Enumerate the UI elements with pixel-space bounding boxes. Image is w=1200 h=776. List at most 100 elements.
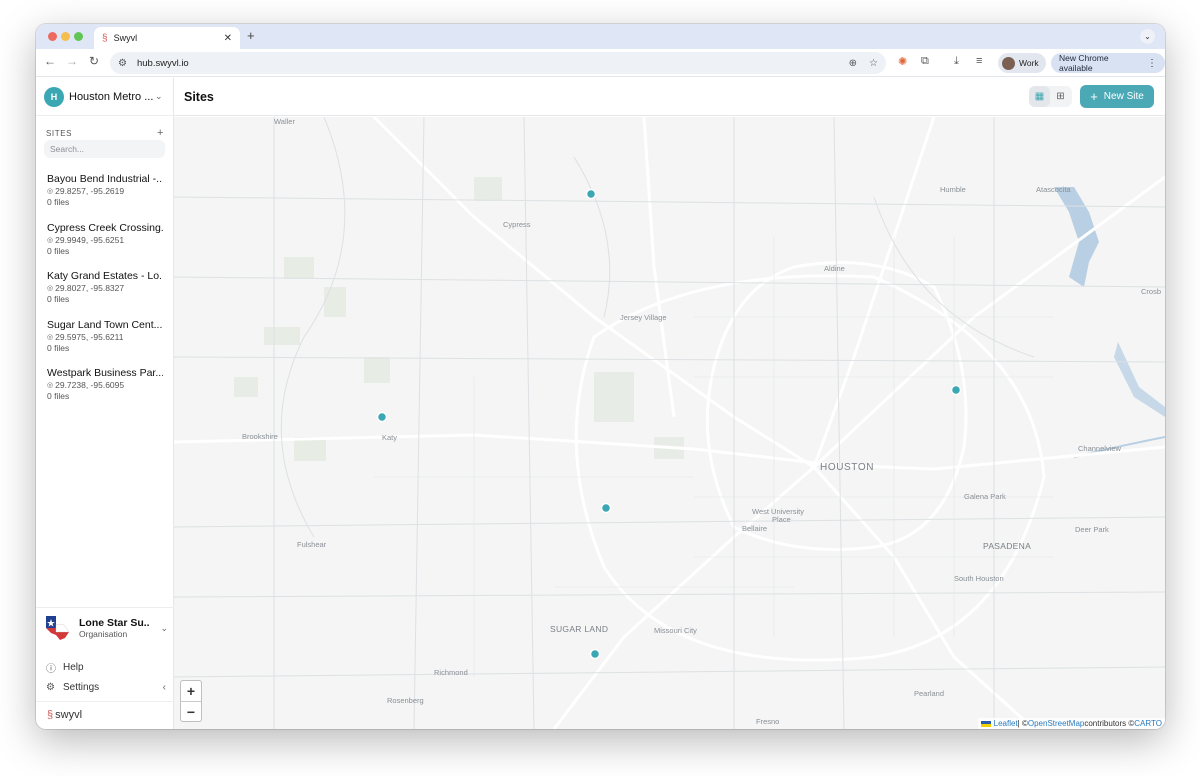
reload-icon[interactable]: ↻ — [86, 54, 102, 68]
collapse-sidebar-icon[interactable]: ‹ — [163, 682, 166, 693]
settings-link[interactable]: ⚙ Settings ‹ — [46, 682, 166, 693]
main-content: Sites ▦ ⊞ + New Site Waller Cypress Humb… — [174, 78, 1165, 729]
texas-flag-logo-icon — [42, 614, 72, 642]
site-marker-cypress-creek[interactable] — [585, 188, 597, 200]
map-label: Fulshear — [297, 540, 327, 549]
site-coords: ◎ 29.8257, -95.2619 — [47, 186, 174, 197]
zoom-out-button[interactable]: − — [181, 701, 201, 721]
page-header: Sites ▦ ⊞ + New Site — [174, 78, 1165, 116]
map-label: Richmond — [434, 668, 468, 677]
site-info-icon[interactable]: ⚙ — [118, 58, 127, 69]
osm-link[interactable]: OpenStreetMap — [1028, 719, 1084, 728]
search-input[interactable] — [44, 140, 165, 158]
map-label: Bellaire — [742, 524, 768, 533]
zoom-in-button[interactable]: + — [181, 681, 201, 701]
map-label: HOUSTON — [820, 462, 875, 473]
add-site-icon[interactable]: + — [157, 127, 164, 139]
location-pin-icon: ◎ — [47, 382, 54, 389]
map-label: Humble — [940, 185, 966, 194]
site-coords: ◎ 29.8027, -95.8327 — [47, 283, 174, 294]
tab-search-icon[interactable]: ⌄ — [1140, 29, 1155, 44]
map-label: Galena Park — [964, 492, 1006, 501]
new-tab-icon[interactable]: + — [247, 28, 255, 43]
map-label: Channelview — [1078, 444, 1121, 453]
help-circle-icon: ⓘ — [46, 664, 56, 675]
workspace-switcher[interactable]: H Houston Metro ... ⌄ — [44, 86, 166, 107]
chevron-down-icon: ⌄ — [155, 91, 163, 101]
map-label: Katy — [382, 433, 398, 442]
help-label: Help — [63, 662, 84, 673]
help-link[interactable]: ⓘ Help — [46, 660, 166, 675]
site-file-count: 0 files — [47, 391, 70, 401]
media-control-icon[interactable]: ≡ — [976, 55, 982, 67]
ukraine-flag-icon — [980, 720, 991, 727]
map-label: Crosb — [1141, 287, 1162, 296]
organisation-switcher[interactable]: Lone Star Su... Organisation ⌄ — [42, 612, 168, 644]
extensions-puzzle-icon[interactable]: ⧉ — [921, 55, 929, 68]
page-title: Sites — [184, 90, 214, 104]
extension-icon[interactable]: ✺ — [898, 55, 907, 68]
location-pin-icon: ◎ — [47, 188, 54, 195]
site-item-katy-grand[interactable]: Katy Grand Estates - Lo... ◎ 29.8027, -95… — [36, 267, 174, 316]
new-site-button[interactable]: + New Site — [1080, 85, 1154, 108]
bookmark-star-icon[interactable]: ☆ — [869, 58, 878, 69]
local-roads — [174, 117, 1165, 729]
profile-button[interactable]: Work — [998, 53, 1046, 73]
grid-view-icon[interactable]: ⊞ — [1050, 86, 1071, 107]
attribution-contributors: contributors © — [1084, 719, 1135, 728]
leaflet-link[interactable]: Leaflet — [994, 719, 1018, 728]
map-label: Place — [772, 515, 791, 524]
major-highways — [174, 117, 1165, 729]
map-view-icon[interactable]: ▦ — [1029, 86, 1050, 107]
settings-label: Settings — [63, 682, 100, 693]
site-marker-bayou-bend[interactable] — [950, 384, 962, 396]
site-list: Bayou Bend Industrial -... ◎ 29.8257, -95… — [36, 170, 174, 413]
divider — [36, 701, 174, 702]
tab-strip: § Swyvl ✕ + ⌄ — [36, 24, 1165, 49]
chevron-down-icon: ⌄ — [160, 622, 168, 633]
minimize-window-button[interactable] — [61, 32, 70, 41]
sites-section-header: SITES + — [46, 127, 164, 139]
map-label: Brookshire — [242, 432, 278, 441]
back-icon[interactable]: ← — [42, 54, 58, 68]
coords-text: 29.7238, -95.6095 — [55, 380, 125, 390]
chrome-update-button[interactable]: New Chrome available ⋮ — [1051, 53, 1165, 73]
close-window-button[interactable] — [48, 32, 57, 41]
map[interactable]: Waller Cypress Humble Atascocita Aldine … — [174, 117, 1165, 729]
profile-label: Work — [1019, 58, 1039, 68]
zoom-icon[interactable]: ⊕ — [849, 58, 857, 69]
site-coords: ◎ 29.9949, -95.6251 — [47, 235, 174, 246]
more-menu-icon[interactable]: ⋮ — [1147, 58, 1157, 69]
swyvl-favicon-icon: § — [102, 32, 108, 44]
bay-water — [1114, 342, 1165, 417]
update-label: New Chrome available — [1059, 53, 1109, 73]
site-file-count: 0 files — [47, 197, 70, 207]
site-item-sugar-land[interactable]: Sugar Land Town Cent... ◎ 29.5975, -95.62… — [36, 316, 174, 365]
coords-text: 29.5975, -95.6211 — [55, 331, 124, 342]
site-marker-katy-grand[interactable] — [376, 411, 388, 423]
map-label: Rosenberg — [387, 696, 424, 705]
tab-title: Swyvl — [113, 33, 138, 43]
maximize-window-button[interactable] — [74, 32, 83, 41]
forward-icon[interactable]: → — [64, 54, 80, 68]
view-toggle: ▦ ⊞ — [1029, 86, 1072, 107]
map-label: Waller — [274, 117, 295, 126]
close-tab-icon[interactable]: ✕ — [224, 33, 232, 44]
site-marker-westpark[interactable] — [600, 502, 612, 514]
map-label: Atascocita — [1036, 185, 1071, 194]
org-name: Lone Star Su... — [79, 617, 149, 629]
site-marker-sugar-land[interactable] — [589, 648, 601, 660]
browser-toolbar: ← → ↻ ⚙ hub.swyvl.io ⊕ ☆ ✺ ⧉ ⤓ ≡ Work Ne… — [36, 49, 1165, 77]
site-item-cypress-creek[interactable]: Cypress Creek Crossing... ◎ 29.9949, -95.… — [36, 219, 174, 268]
site-name: Sugar Land Town Cent... — [47, 318, 163, 331]
carto-link[interactable]: CARTO — [1134, 719, 1162, 728]
location-pin-icon: ◎ — [47, 236, 54, 244]
site-item-bayou-bend[interactable]: Bayou Bend Industrial -... ◎ 29.8257, -95… — [36, 170, 174, 219]
map-label: Pearland — [914, 689, 945, 698]
browser-tab[interactable]: § Swyvl ✕ — [94, 27, 240, 49]
site-item-westpark[interactable]: Westpark Business Par... ◎ 29.7238, -95.6… — [36, 364, 174, 413]
coords-text: 29.8257, -95.2619 — [55, 186, 125, 196]
download-icon[interactable]: ⤓ — [954, 55, 959, 68]
divider — [36, 607, 174, 608]
address-bar[interactable]: ⚙ hub.swyvl.io ⊕ ☆ — [110, 52, 886, 74]
